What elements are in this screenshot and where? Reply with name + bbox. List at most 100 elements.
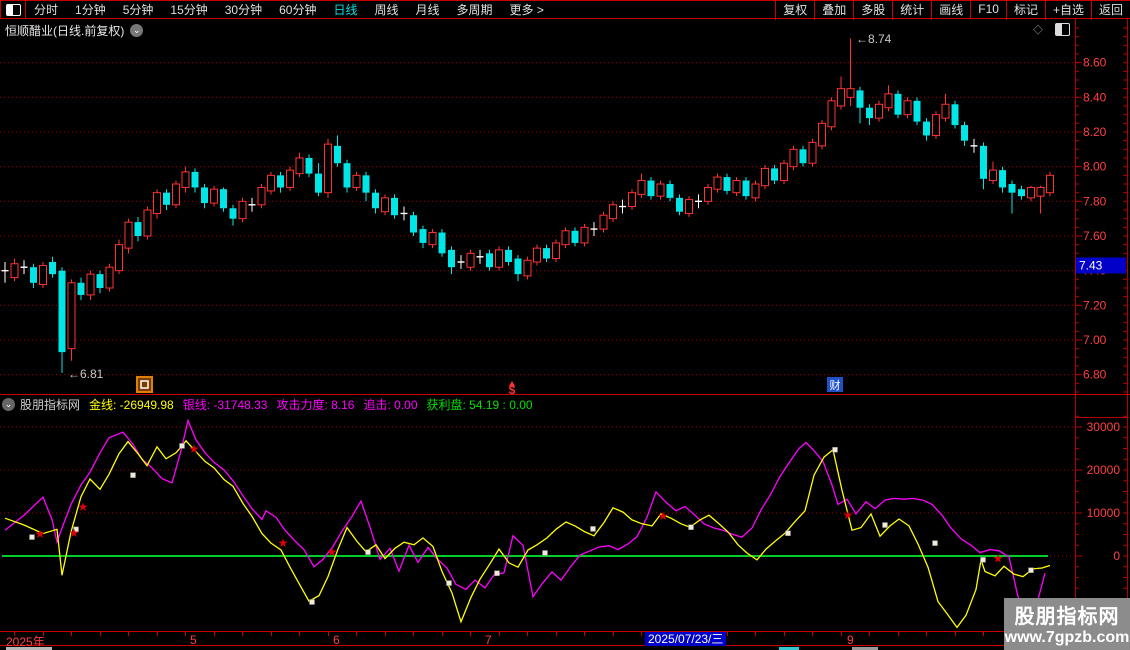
x-axis-tick (156, 632, 158, 636)
signal-star-marker: ★ (35, 527, 46, 541)
x-axis-tick (498, 632, 500, 636)
menu-item-period-4[interactable]: 30分钟 (225, 1, 262, 18)
menu-item-tool-2[interactable]: 多股 (853, 0, 892, 20)
signal-square-marker (309, 599, 315, 605)
menu-item-period-10[interactable]: 更多 > (510, 1, 544, 18)
indicator-line-chart[interactable]: 30000 20000 10000 0 ★ ★ ★ ★ ★ ★ ★ ★ ★ (0, 414, 1130, 631)
x-axis-tick (840, 632, 842, 636)
signal-square-marker (785, 530, 791, 536)
svg-text:财: 财 (830, 378, 841, 392)
x-axis-tick (869, 632, 870, 636)
x-axis-tick (242, 632, 243, 636)
y-axis-price-label: 8.00 (1083, 160, 1107, 174)
signal-star-marker: ★ (78, 500, 89, 514)
x-axis-tick (356, 632, 357, 636)
indicator-source-label[interactable]: 股朋指标网 (20, 396, 80, 413)
menu-item-period-2[interactable]: 5分钟 (123, 1, 154, 18)
window-layout-button[interactable] (0, 1, 26, 18)
x-axis-tick (299, 632, 300, 636)
menu-item-period-1[interactable]: 1分钟 (75, 1, 106, 18)
y-axis-price-label: 6.80 (1083, 368, 1107, 382)
menu-item-period-9[interactable]: 多周期 (457, 1, 493, 18)
signal-square-marker (980, 557, 986, 563)
x-axis-label: 9 (847, 633, 854, 647)
panel-divider (0, 394, 1130, 395)
menu-item-period-0[interactable]: 分时 (34, 1, 58, 18)
tools-menu: 复权 叠加 多股 统计 画线 F10 标记 +自选 返回 (775, 0, 1130, 20)
chevron-down-icon[interactable]: ⌄ (130, 24, 144, 37)
menu-item-tool-5[interactable]: F10 (970, 1, 1006, 18)
x-axis-tick (441, 632, 443, 636)
cutoff-bottom-strip (0, 646, 1130, 650)
menu-item-tool-3[interactable]: 统计 (892, 0, 931, 20)
watermark-site-name: 股朋指标网 (1014, 606, 1120, 628)
x-axis-label: 7 (485, 633, 492, 647)
indicator-value-2: 攻击力度: 8.16 (276, 398, 355, 412)
signal-square-marker (130, 472, 136, 478)
x-axis-tick (726, 632, 728, 636)
price-annotation: ←6.81 (68, 367, 104, 381)
x-axis-tick (413, 632, 414, 636)
x-axis-tick (755, 632, 756, 636)
y-axis-value-label: 30000 (1087, 420, 1121, 434)
menu-item-period-3[interactable]: 15分钟 (170, 1, 207, 18)
signal-square-marker (542, 550, 548, 556)
indicator-value-3: 追击: 0.00 (363, 398, 418, 412)
indicator-value-0: 金线: -26949.98 (89, 398, 174, 412)
watermark-badge: 股朋指标网 www.7gpzb.com (1004, 598, 1130, 650)
signal-star-marker: ★ (327, 545, 338, 559)
x-axis-tick (327, 632, 329, 636)
x-axis-label: 5 (190, 633, 197, 647)
indicator-value-4: 获利盘: 54.19 : 0.00 (426, 398, 533, 412)
split-pane-icon[interactable] (1055, 22, 1070, 36)
y-axis-price-label: 7.00 (1083, 333, 1107, 347)
menu-item-tool-8[interactable]: 返回 (1090, 0, 1130, 20)
x-axis-date-bar[interactable]: 2025年 5 6 7 9 2025/07/23/三 (0, 631, 1130, 649)
x-axis-tick (983, 632, 984, 636)
y-axis-price-label: 8.40 (1083, 90, 1107, 104)
signal-square-marker (832, 447, 838, 453)
indicator-line-银线 (4, 418, 1046, 616)
menu-item-tool-4[interactable]: 画线 (931, 0, 970, 20)
signal-star-marker: ★ (658, 509, 669, 523)
x-axis-tick (584, 632, 585, 636)
watermark-site-url: www.7gpzb.com (1004, 629, 1130, 646)
x-axis-tick (470, 632, 471, 636)
y-axis-price-label: 8.60 (1083, 56, 1107, 70)
y-axis-price-label: 7.80 (1083, 194, 1107, 208)
indicator-header: ⌄ 股朋指标网 金线: -26949.98 银线: -31748.33 攻击力度: … (2, 397, 542, 412)
menu-item-tool-1[interactable]: 叠加 (814, 0, 853, 20)
chart-title-row: 恒顺醋业(日线.前复权) ⌄ (5, 22, 144, 39)
menu-item-period-7[interactable]: 周线 (374, 1, 398, 18)
x-axis-tick (213, 632, 215, 636)
signal-square-marker (590, 526, 596, 532)
menu-item-period-8[interactable]: 月线 (416, 1, 440, 18)
collapse-chevron-icon[interactable]: ⌄ (2, 398, 15, 411)
menu-item-tool-7[interactable]: +自选 (1044, 0, 1091, 20)
signal-star-marker: ★ (278, 536, 289, 550)
menu-item-tool-6[interactable]: 标记 (1005, 0, 1045, 20)
x-axis-tick (270, 632, 272, 636)
x-axis-tick (783, 632, 785, 636)
main-candlestick-chart[interactable]: 8.608.408.208.007.807.607.407.207.006.80… (0, 19, 1130, 396)
menu-item-period-5[interactable]: 60分钟 (279, 1, 316, 18)
y-axis-value-label: 10000 (1087, 506, 1121, 520)
x-axis-tick (128, 632, 129, 636)
top-menu-bar: 分时 1分钟 5分钟 15分钟 30分钟 60分钟 日线 周线 月线 多周期 更多 > 复权 叠加 多股… (0, 0, 1130, 20)
trading-terminal-window: 分时 1分钟 5分钟 15分钟 30分钟 60分钟 日线 周线 月线 多周期 更多 > 复权 叠加 多股… (0, 0, 1130, 650)
signal-square-marker (1028, 567, 1034, 573)
last-price-tag-value: 7.43 (1079, 258, 1103, 272)
archive-marker-icon[interactable] (136, 376, 153, 393)
selected-date-tag: 2025/07/23/三 (645, 632, 727, 646)
diamond-icon[interactable]: ◇ (1033, 21, 1043, 37)
x-axis-tick (954, 632, 956, 636)
menu-item-tool-0[interactable]: 复权 (775, 0, 814, 20)
indicator-value-1: 银线: -31748.33 (182, 398, 268, 412)
menu-item-period-6[interactable]: 日线 (333, 1, 357, 18)
signal-square-marker (932, 540, 938, 546)
period-menu: 分时 1分钟 5分钟 15分钟 30分钟 60分钟 日线 周线 月线 多周期 更多 > (26, 1, 775, 18)
x-axis-tick (641, 632, 642, 636)
signal-square-marker (179, 443, 185, 449)
indicator-line-金线 (4, 439, 1051, 629)
x-axis-tick (555, 632, 557, 636)
